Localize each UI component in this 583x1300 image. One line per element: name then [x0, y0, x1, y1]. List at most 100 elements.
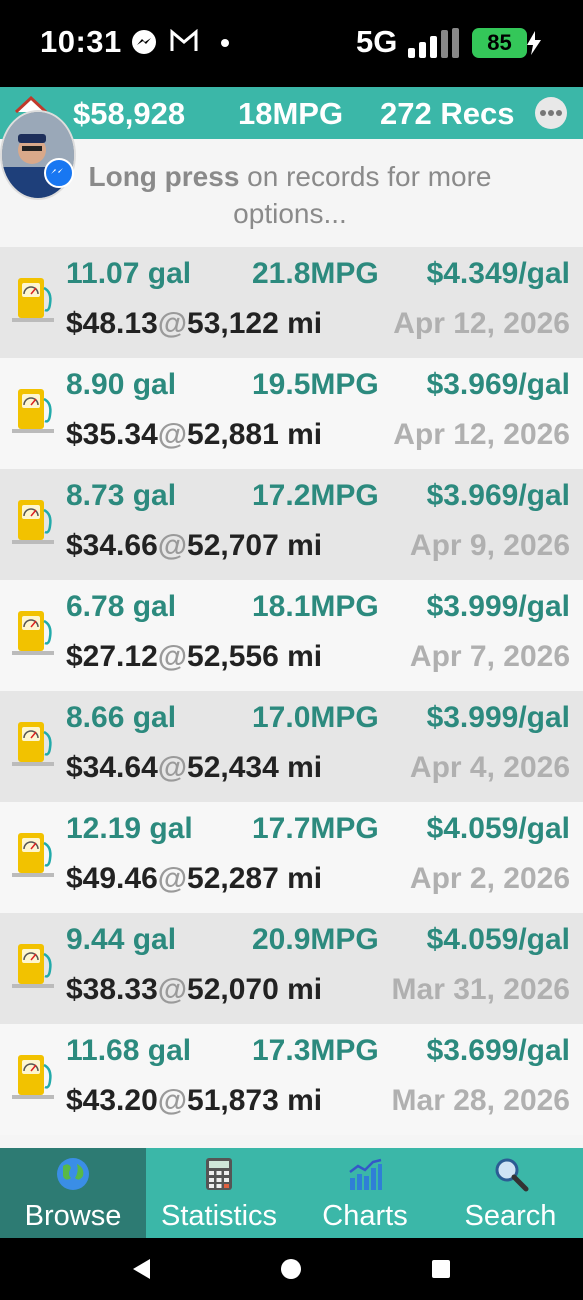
signal-icon	[408, 28, 459, 58]
record-cost: $38.33	[66, 973, 158, 1006]
record-cost-odometer: $34.66@52,707 mi	[66, 529, 322, 563]
record-mpg: 21.8MPG	[252, 257, 379, 290]
dot-icon	[221, 39, 229, 47]
record-date: Apr 7, 2026	[409, 640, 570, 673]
fuel-pump-icon	[12, 940, 54, 990]
chart-icon	[349, 1158, 382, 1190]
record-odometer: 52,070 mi	[187, 973, 323, 1006]
record-cost: $48.13	[66, 307, 158, 340]
record-odometer: 52,556 mi	[187, 640, 323, 673]
more-options-icon[interactable]	[535, 97, 567, 129]
record-gallons: 11.07 gal	[66, 257, 192, 290]
record-mpg: 20.9MPG	[252, 923, 379, 956]
globe-icon	[57, 1158, 89, 1190]
record-price-per-gallon: $3.699/gal	[426, 1034, 570, 1067]
record-price-per-gallon: $3.999/gal	[426, 590, 570, 623]
record-gallons: 9.44 gal	[66, 923, 177, 956]
tab-label: Browse	[24, 1200, 122, 1232]
record-odometer: 53,122 mi	[187, 307, 323, 340]
bottom-navigation: Browse Statistics Charts Search	[0, 1148, 583, 1238]
record-mpg: 19.5MPG	[252, 368, 379, 401]
fuel-record-row[interactable]: 8.66 gal 17.0MPG $3.999/gal $34.64@52,434 m…	[0, 691, 583, 802]
record-gallons: 6.78 gal	[66, 590, 177, 623]
record-mpg: 17.2MPG	[252, 479, 379, 512]
fuel-record-row[interactable]: 11.68 gal 17.3MPG $3.699/gal $43.20@51,873 …	[0, 1024, 583, 1135]
status-time: 10:31	[40, 24, 122, 59]
record-date: Apr 12, 2026	[393, 307, 570, 340]
record-gallons: 11.68 gal	[66, 1034, 192, 1067]
record-at-sign: @	[157, 973, 188, 1006]
record-at-sign: @	[157, 307, 188, 340]
record-cost: $35.34	[66, 418, 158, 451]
record-price-per-gallon: $4.349/gal	[426, 257, 570, 290]
record-date: Apr 2, 2026	[409, 862, 570, 895]
fuel-record-row[interactable]: 11.07 gal 21.8MPG $4.349/gal $48.13@53,122 …	[0, 247, 583, 358]
network-type: 5G	[356, 24, 398, 59]
record-mpg: 18.1MPG	[252, 590, 379, 623]
hint-text: on records for more options...	[233, 161, 492, 229]
tab-label: Charts	[322, 1200, 408, 1232]
tab-statistics[interactable]: Statistics	[146, 1148, 292, 1238]
record-date: Mar 28, 2026	[391, 1084, 570, 1117]
record-odometer: 52,287 mi	[187, 862, 323, 895]
fuel-pump-icon	[12, 829, 54, 879]
fuel-pump-icon	[12, 385, 54, 435]
record-at-sign: @	[157, 862, 188, 895]
fuel-record-row[interactable]: 8.73 gal 17.2MPG $3.969/gal $34.66@52,707 m…	[0, 469, 583, 580]
record-odometer: 52,707 mi	[187, 529, 323, 562]
fuel-record-row[interactable]: 6.78 gal 18.1MPG $3.999/gal $27.12@52,556 m…	[0, 580, 583, 691]
record-price-per-gallon: $3.969/gal	[426, 479, 570, 512]
summary-header: $58,928 18MPG 272 Recs	[0, 87, 583, 139]
average-mpg: 18MPG	[238, 96, 344, 131]
record-date: Apr 12, 2026	[393, 418, 570, 451]
record-at-sign: @	[157, 418, 188, 451]
tab-label: Search	[464, 1200, 557, 1232]
record-odometer: 52,434 mi	[187, 751, 323, 784]
tab-search[interactable]: Search	[438, 1148, 583, 1238]
total-cost: $58,928	[73, 96, 186, 131]
fuel-record-row[interactable]: 12.19 gal 17.7MPG $4.059/gal $49.46@52,287 …	[0, 802, 583, 913]
fuel-pump-icon	[12, 1051, 54, 1101]
record-mpg: 17.3MPG	[252, 1034, 379, 1067]
home-nav-icon[interactable]	[280, 1258, 302, 1280]
record-gallons: 8.90 gal	[66, 368, 177, 401]
record-date: Apr 9, 2026	[409, 529, 570, 562]
record-cost-odometer: $49.46@52,287 mi	[66, 862, 322, 896]
record-gallons: 8.73 gal	[66, 479, 177, 512]
record-cost: $49.46	[66, 862, 158, 895]
fuel-pump-icon	[12, 607, 54, 657]
battery-level: 85	[472, 28, 527, 58]
record-at-sign: @	[157, 640, 188, 673]
record-price-per-gallon: $3.969/gal	[426, 368, 570, 401]
record-cost: $34.66	[66, 529, 158, 562]
record-cost-odometer: $27.12@52,556 mi	[66, 640, 322, 674]
fuel-records-list: 11.07 gal 21.8MPG $4.349/gal $48.13@53,122 …	[0, 247, 583, 1135]
battery-charging-icon	[527, 31, 541, 55]
gmail-icon	[170, 29, 198, 51]
record-odometer: 51,873 mi	[187, 1084, 323, 1117]
tab-browse[interactable]: Browse	[0, 1148, 146, 1238]
back-icon[interactable]	[130, 1258, 152, 1280]
record-odometer: 52,881 mi	[187, 418, 323, 451]
record-mpg: 17.7MPG	[252, 812, 379, 845]
record-cost-odometer: $38.33@52,070 mi	[66, 973, 322, 1007]
fuel-record-row[interactable]: 9.44 gal 20.9MPG $4.059/gal $38.33@52,070 m…	[0, 913, 583, 1024]
record-count: 272 Recs	[380, 96, 515, 131]
system-navigation-bar	[0, 1238, 583, 1300]
record-cost-odometer: $34.64@52,434 mi	[66, 751, 322, 785]
calculator-icon	[206, 1158, 232, 1190]
fuel-pump-icon	[12, 718, 54, 768]
record-price-per-gallon: $4.059/gal	[426, 812, 570, 845]
record-cost: $34.64	[66, 751, 158, 784]
fuel-record-row[interactable]: 8.90 gal 19.5MPG $3.969/gal $35.34@52,881 m…	[0, 358, 583, 469]
recents-icon[interactable]	[431, 1259, 451, 1279]
record-date: Apr 4, 2026	[409, 751, 570, 784]
record-cost-odometer: $48.13@53,122 mi	[66, 307, 322, 341]
fuel-pump-icon	[12, 496, 54, 546]
hint-bold: Long press	[88, 161, 240, 192]
record-date: Mar 31, 2026	[391, 973, 570, 1006]
fuel-pump-icon	[12, 274, 54, 324]
record-gallons: 8.66 gal	[66, 701, 177, 734]
tab-charts[interactable]: Charts	[292, 1148, 438, 1238]
tab-label: Statistics	[160, 1200, 278, 1232]
